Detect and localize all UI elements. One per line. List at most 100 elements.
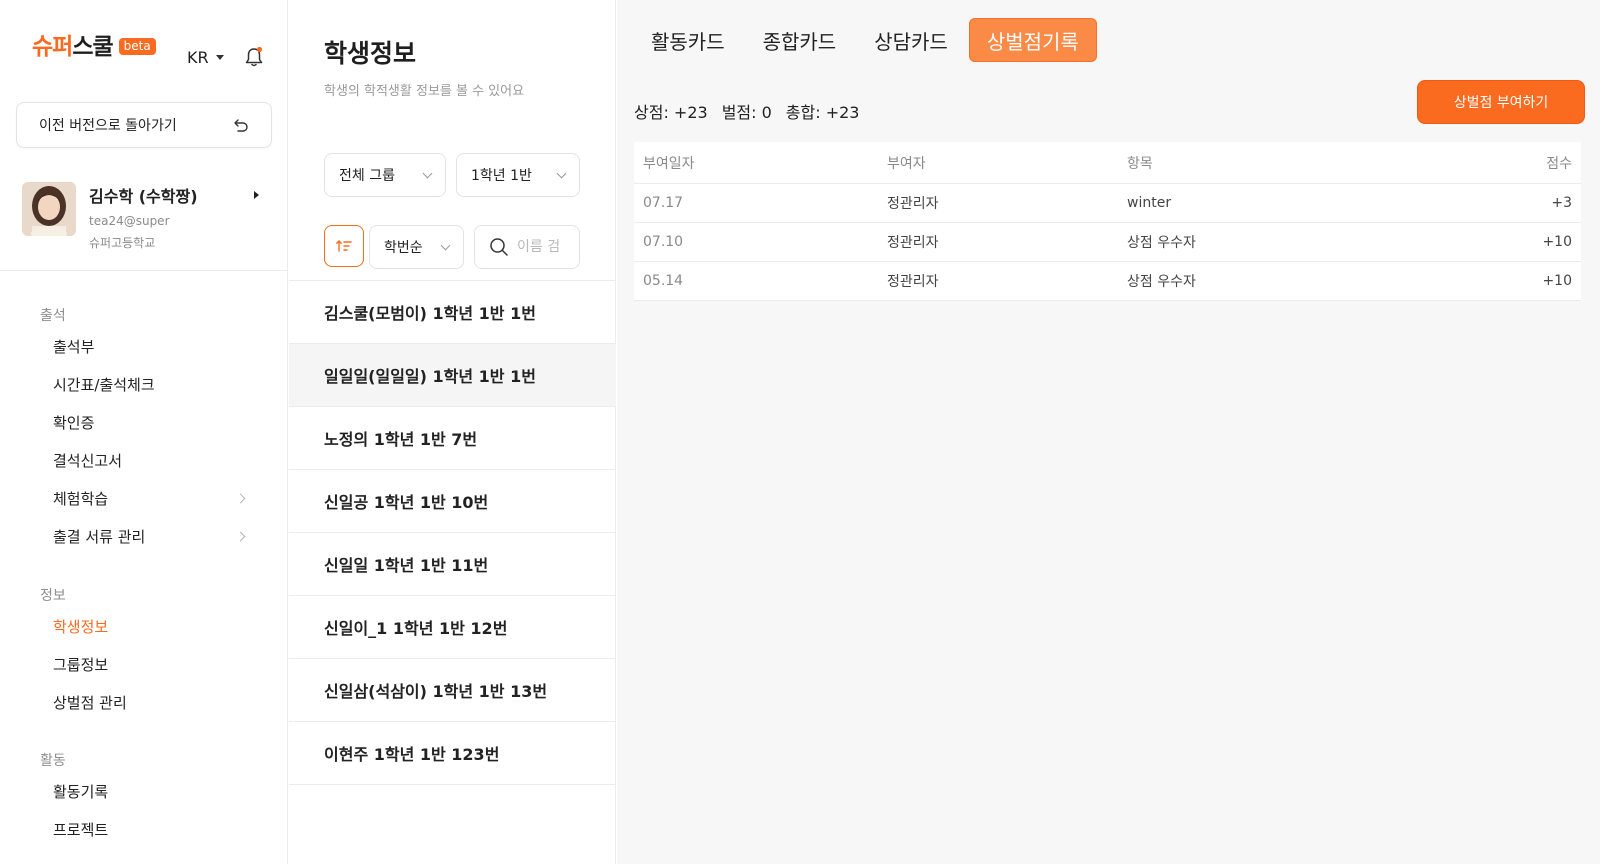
student-list-item-selected[interactable]: 일일일(일일일) 1학년 1반 1번 [289, 344, 616, 407]
logo[interactable]: 슈퍼 스쿨 [32, 34, 114, 60]
nav-item-field-trip[interactable]: 체험학습 [53, 488, 248, 509]
nav-item-attendance-book[interactable]: 출석부 [53, 336, 248, 357]
merit-summary: 상점: +23 벌점: 0 총합: +23 [634, 99, 859, 123]
cell-date: 07.17 [643, 195, 684, 211]
user-profile[interactable]: 김수학 (수학짱) tea24@super 슈퍼고등학교 [22, 180, 272, 250]
cell-date: 05.14 [643, 273, 684, 289]
group-select[interactable]: 전체 그룹 [324, 153, 446, 197]
column-header-item: 항목 [1127, 155, 1153, 172]
avatar [22, 182, 76, 236]
nav-item-attendance-documents[interactable]: 출결 서류 관리 [53, 526, 248, 547]
student-list-item[interactable]: 김스쿨(모범이) 1학년 1반 1번 [289, 281, 616, 344]
nav-item-label: 출석부 [53, 338, 95, 356]
search-icon [490, 238, 508, 256]
profile-email: tea24@super [89, 214, 170, 228]
group-select-value: 전체 그룹 [339, 168, 395, 184]
caret-right-icon[interactable] [254, 191, 259, 199]
demerit-total: 벌점: 0 [721, 103, 772, 122]
chevron-right-icon [235, 493, 246, 504]
column-header-giver: 부여자 [887, 155, 926, 172]
student-list-item[interactable]: 신일삼(석삼이) 1학년 1반 13번 [289, 659, 616, 722]
sort-order-button[interactable] [324, 225, 364, 267]
logo-part2: 스쿨 [72, 34, 113, 60]
cell-score: +10 [1542, 234, 1572, 250]
cell-score: +3 [1551, 195, 1572, 211]
search-input[interactable] [517, 239, 577, 255]
student-list-panel: 학생정보 학생의 학적생활 정보를 볼 수 있어요 전체 그룹 1학년 1반 학… [289, 0, 616, 864]
chevron-down-icon [440, 240, 451, 250]
chevron-right-icon [235, 531, 246, 542]
overall-total: 총합: +23 [785, 103, 860, 122]
back-to-previous-version-button[interactable]: 이전 버전으로 돌아가기 [16, 102, 272, 148]
table-row[interactable]: 07.10 정관리자 상점 우수자 +10 [634, 223, 1581, 262]
bell-icon[interactable] [244, 46, 264, 68]
class-select[interactable]: 1학년 1반 [456, 153, 580, 197]
student-list-item[interactable]: 신일일 1학년 1반 11번 [289, 533, 616, 596]
nav-item-label: 시간표/출석체크 [53, 376, 155, 394]
nav-item-label: 그룹정보 [53, 656, 109, 674]
brand[interactable]: 슈퍼 스쿨 beta [32, 36, 156, 59]
nav-item-student-info[interactable]: 학생정보 [53, 616, 248, 637]
column-header-date: 부여일자 [643, 155, 695, 172]
nav-item-label: 출결 서류 관리 [53, 528, 146, 546]
student-list-item[interactable]: 이현주 1학년 1반 123번 [289, 722, 616, 785]
nav-item-timetable[interactable]: 시간표/출석체크 [53, 374, 248, 395]
student-list: 김스쿨(모범이) 1학년 1반 1번 일일일(일일일) 1학년 1반 1번 노정… [289, 281, 616, 785]
cell-date: 07.10 [643, 234, 684, 250]
sidebar-divider [0, 270, 288, 271]
nav-item-label: 활동기록 [53, 783, 109, 801]
table-row[interactable]: 07.17 정관리자 winter +3 [634, 184, 1581, 223]
nav-item-merit-management[interactable]: 상벌점 관리 [53, 692, 248, 713]
language-selector[interactable]: KR [187, 48, 224, 67]
nav-item-project[interactable]: 프로젝트 [53, 819, 248, 840]
nav-item-label: 체험학습 [53, 490, 109, 508]
undo-icon [234, 119, 248, 132]
column-header-score: 점수 [1546, 155, 1572, 172]
language-label: KR [187, 48, 209, 67]
chevron-down-icon [556, 168, 567, 178]
page-title: 학생정보 [324, 39, 417, 68]
tab-summary-card[interactable]: 종합카드 [746, 18, 854, 62]
table-row[interactable]: 05.14 정관리자 상점 우수자 +10 [634, 262, 1581, 301]
merit-total: 상점: +23 [634, 103, 708, 122]
cell-item: winter [1127, 195, 1172, 211]
cell-item: 상점 우수자 [1127, 235, 1196, 251]
nav-item-activity-log[interactable]: 활동기록 [53, 781, 248, 802]
sort-select-value: 학번순 [384, 240, 423, 256]
nav-item-certificate[interactable]: 확인증 [53, 412, 248, 433]
cell-giver: 정관리자 [887, 196, 939, 212]
cell-score: +10 [1542, 273, 1572, 289]
nav-item-label: 확인증 [53, 414, 95, 432]
student-list-item[interactable]: 신일이_1 1학년 1반 12번 [289, 596, 616, 659]
cell-giver: 정관리자 [887, 235, 939, 251]
chevron-down-icon [422, 168, 433, 178]
nav-item-absence-report[interactable]: 결석신고서 [53, 450, 248, 471]
cell-giver: 정관리자 [887, 274, 939, 290]
search-box[interactable] [474, 225, 580, 269]
tab-activity-card[interactable]: 활동카드 [634, 18, 742, 62]
merit-record-table: 부여일자 부여자 항목 점수 07.17 정관리자 winter +3 07.1… [634, 142, 1581, 301]
card-tabs: 활동카드 종합카드 상담카드 상벌점기록 [634, 18, 1101, 62]
sidebar: 슈퍼 스쿨 beta KR 이전 버전으로 돌아가기 김수학 (수학짱) tea… [0, 0, 288, 864]
detail-panel: 활동카드 종합카드 상담카드 상벌점기록 상벌점 부여하기 상점: +23 벌점… [617, 0, 1600, 864]
sort-select[interactable]: 학번순 [369, 225, 464, 269]
page-description: 학생의 학적생활 정보를 볼 수 있어요 [324, 84, 525, 99]
nav-section-activity: 활동 [40, 753, 66, 769]
nav-item-label: 결석신고서 [53, 452, 123, 470]
student-list-item[interactable]: 노정의 1학년 1반 7번 [289, 407, 616, 470]
nav-item-group-info[interactable]: 그룹정보 [53, 654, 248, 675]
nav-item-label: 학생정보 [53, 618, 109, 636]
nav-item-label: 상벌점 관리 [53, 694, 127, 712]
student-list-item[interactable]: 신일공 1학년 1반 10번 [289, 470, 616, 533]
logo-part1: 슈퍼 [32, 34, 73, 60]
caret-down-icon [215, 55, 224, 60]
nav-section-attendance: 출석 [40, 308, 66, 324]
award-merit-button[interactable]: 상벌점 부여하기 [1417, 80, 1585, 124]
nav-section-info: 정보 [40, 588, 66, 604]
beta-badge: beta [118, 38, 156, 55]
nav-item-label: 프로젝트 [53, 821, 109, 839]
back-button-label: 이전 버전으로 돌아가기 [39, 118, 177, 134]
sort-ascending-icon [336, 240, 352, 252]
tab-counseling-card[interactable]: 상담카드 [857, 18, 965, 62]
tab-merit-record[interactable]: 상벌점기록 [968, 18, 1097, 62]
